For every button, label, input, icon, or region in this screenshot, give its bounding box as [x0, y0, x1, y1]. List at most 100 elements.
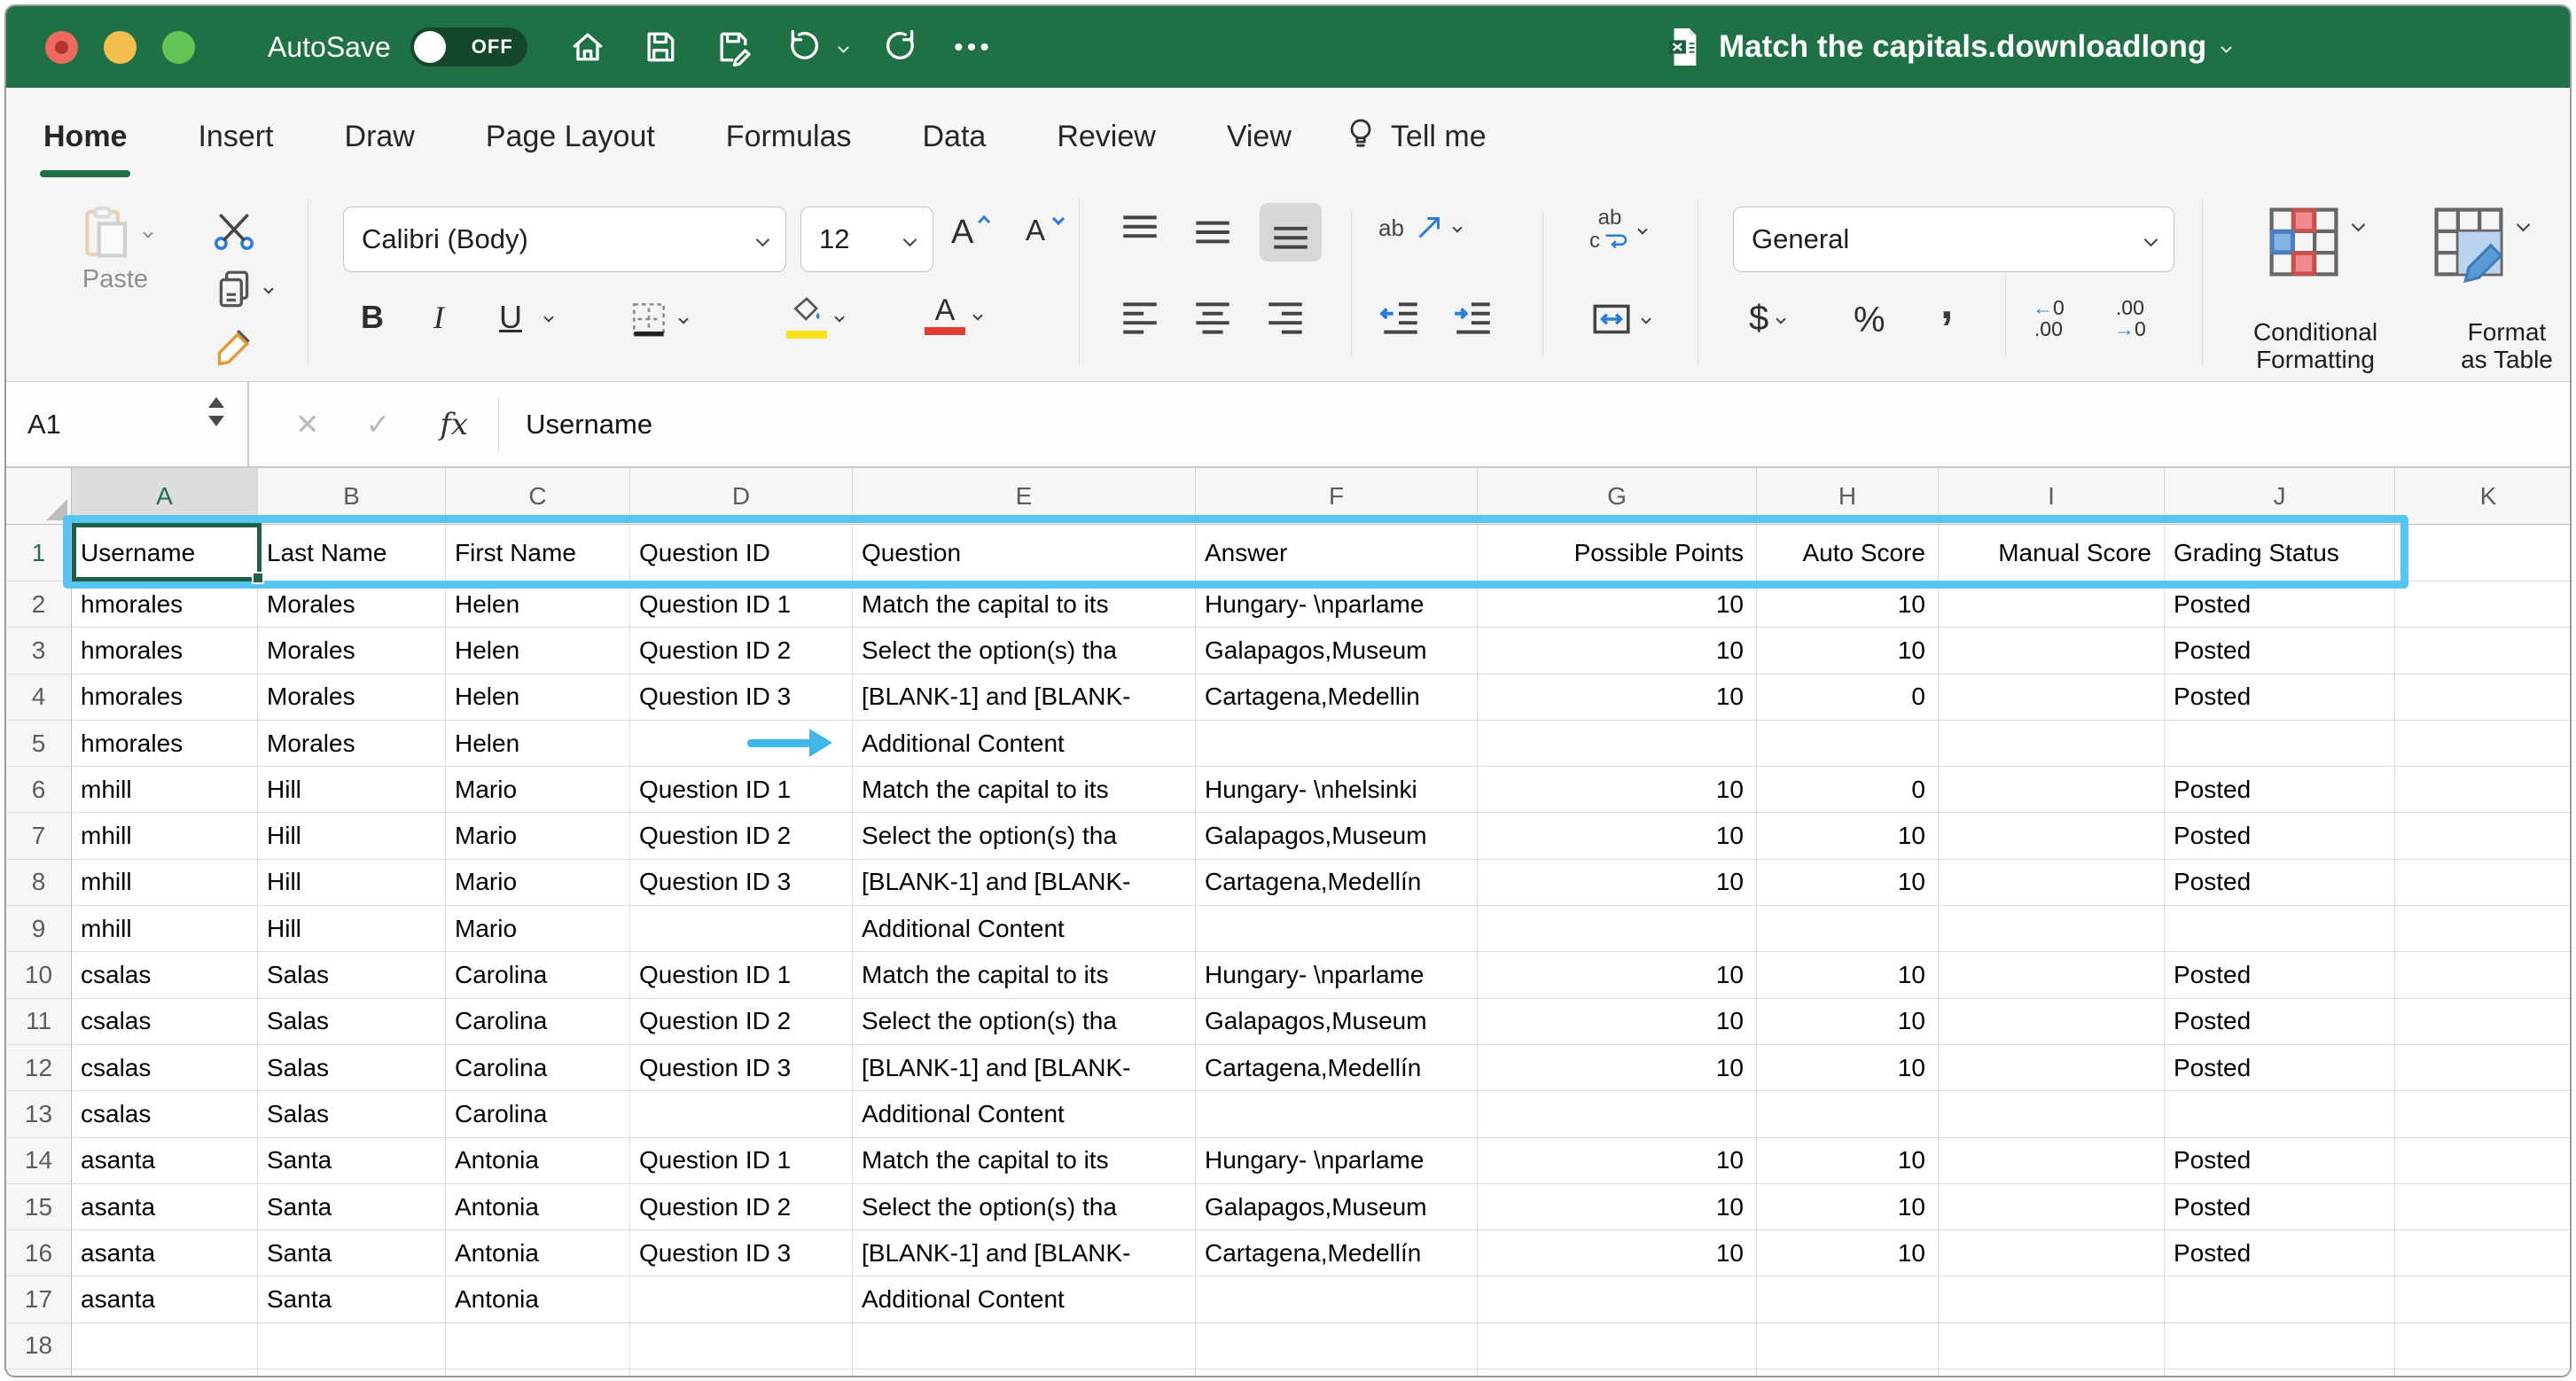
document-title-block[interactable]: Match the capitals.downloadlong [1666, 6, 2230, 88]
cell-H7[interactable]: 10 [1757, 813, 1939, 859]
cell-G13[interactable] [1478, 1091, 1757, 1137]
cell-H3[interactable]: 10 [1757, 628, 1939, 674]
cell-D17[interactable] [630, 1276, 853, 1322]
row-header-16[interactable]: 16 [6, 1230, 72, 1276]
cell-B7[interactable]: Hill [258, 813, 446, 859]
cell-F7[interactable]: Galapagos,Museum [1196, 813, 1478, 859]
cell-C14[interactable]: Antonia [446, 1138, 630, 1184]
number-format-select[interactable]: General [1733, 207, 2174, 272]
cell-A7[interactable]: mhill [72, 813, 258, 859]
cell-H13[interactable] [1757, 1091, 1939, 1137]
bold-button[interactable]: B [361, 299, 384, 336]
cell-F12[interactable]: Cartagena,Medellín [1196, 1045, 1478, 1091]
row-header-17[interactable]: 17 [6, 1276, 72, 1322]
cell-I6[interactable] [1939, 767, 2165, 813]
cell-A16[interactable]: asanta [72, 1230, 258, 1276]
cell-C11[interactable]: Carolina [446, 999, 630, 1045]
cell-J5[interactable] [2165, 721, 2395, 767]
column-header-K[interactable]: K [2395, 468, 2570, 525]
align-left-button[interactable] [1118, 297, 1162, 341]
cell-D15[interactable]: Question ID 2 [630, 1184, 853, 1230]
redo-button[interactable] [878, 26, 920, 68]
cell-J18[interactable] [2165, 1323, 2395, 1369]
select-all-corner[interactable] [6, 468, 72, 525]
cell-F5[interactable] [1196, 721, 1478, 767]
cell-I5[interactable] [1939, 721, 2165, 767]
fill-color-button[interactable] [786, 295, 843, 339]
cell-K8[interactable] [2395, 860, 2570, 906]
increase-decimal-button[interactable]: .00 →0 [2114, 297, 2146, 339]
cell-A3[interactable]: hmorales [72, 628, 258, 674]
cell-A10[interactable]: csalas [72, 952, 258, 998]
spinner-up-icon[interactable] [208, 397, 224, 408]
cell-C7[interactable]: Mario [446, 813, 630, 859]
cell-A5[interactable]: hmorales [72, 721, 258, 767]
wrap-text-button[interactable]: ab c [1589, 207, 1646, 253]
cell-C3[interactable]: Helen [446, 628, 630, 674]
cell-B6[interactable]: Hill [258, 767, 446, 813]
cell-F15[interactable]: Galapagos,Museum [1196, 1184, 1478, 1230]
cell-C17[interactable]: Antonia [446, 1276, 630, 1322]
row-header-2[interactable]: 2 [6, 581, 72, 628]
cell-E15[interactable]: Select the option(s) tha [853, 1184, 1196, 1230]
cell-D18[interactable] [630, 1323, 853, 1369]
align-center-button[interactable] [1190, 297, 1235, 341]
align-middle-button[interactable] [1190, 210, 1235, 254]
cell-H17[interactable] [1757, 1276, 1939, 1322]
cell-H6[interactable]: 0 [1757, 767, 1939, 813]
undo-button[interactable] [785, 26, 827, 68]
cell-A14[interactable]: asanta [72, 1138, 258, 1184]
cell-K14[interactable] [2395, 1138, 2570, 1184]
cell-E8[interactable]: [BLANK-1] and [BLANK- [853, 860, 1196, 906]
cell-F10[interactable]: Hungary- \nparlame [1196, 952, 1478, 998]
cell-K9[interactable] [2395, 906, 2570, 952]
cell-K2[interactable] [2395, 581, 2570, 628]
cell-G8[interactable]: 10 [1478, 860, 1757, 906]
wrap-text-chevron-icon[interactable] [1637, 224, 1647, 234]
row-header-13[interactable]: 13 [6, 1091, 72, 1137]
comma-format-button[interactable]: , [1940, 290, 1953, 316]
tab-page-layout[interactable]: Page Layout [486, 120, 655, 154]
cell-G3[interactable]: 10 [1478, 628, 1757, 674]
cell-D4[interactable]: Question ID 3 [630, 675, 853, 721]
cell-J14[interactable]: Posted [2165, 1138, 2395, 1184]
cell-G6[interactable]: 10 [1478, 767, 1757, 813]
tab-review[interactable]: Review [1057, 120, 1155, 154]
cell-D16[interactable]: Question ID 3 [630, 1230, 853, 1276]
cell-G16[interactable]: 10 [1478, 1230, 1757, 1276]
cancel-entry-button[interactable]: ✕ [295, 407, 320, 441]
cell-I11[interactable] [1939, 999, 2165, 1045]
cell-C8[interactable]: Mario [446, 860, 630, 906]
cell-I17[interactable] [1939, 1276, 2165, 1322]
cell-F16[interactable]: Cartagena,Medellín [1196, 1230, 1478, 1276]
cell-E9[interactable]: Additional Content [853, 906, 1196, 952]
cell-F18[interactable] [1196, 1323, 1478, 1369]
cell-H9[interactable] [1757, 906, 1939, 952]
home-button[interactable] [566, 26, 609, 68]
merge-center-button[interactable] [1589, 297, 1650, 341]
fill-handle[interactable] [252, 572, 264, 584]
cell-I12[interactable] [1939, 1045, 2165, 1091]
cell-D9[interactable] [630, 906, 853, 952]
cell-I14[interactable] [1939, 1138, 2165, 1184]
cell-J13[interactable] [2165, 1091, 2395, 1137]
paste-dropdown-chevron-icon[interactable] [143, 228, 152, 238]
cell-E13[interactable]: Additional Content [853, 1091, 1196, 1137]
cell-E14[interactable]: Match the capital to its [853, 1138, 1196, 1184]
borders-button[interactable] [627, 297, 687, 341]
cell-H18[interactable] [1757, 1323, 1939, 1369]
tab-draw[interactable]: Draw [345, 120, 415, 154]
cell-G12[interactable]: 10 [1478, 1045, 1757, 1091]
tab-insert[interactable]: Insert [198, 120, 273, 154]
cell-A11[interactable]: csalas [72, 999, 258, 1045]
cell-G10[interactable]: 10 [1478, 952, 1757, 998]
cell-D6[interactable]: Question ID 1 [630, 767, 853, 813]
row-header-1[interactable]: 1 [6, 525, 72, 581]
row-header-3[interactable]: 3 [6, 628, 72, 674]
cell-E18[interactable] [853, 1323, 1196, 1369]
row-header-11[interactable]: 11 [6, 999, 72, 1045]
conditional-formatting-button[interactable] [2263, 201, 2363, 283]
cell-A6[interactable]: mhill [72, 767, 258, 813]
cell-G9[interactable] [1478, 906, 1757, 952]
cell-H10[interactable]: 10 [1757, 952, 1939, 998]
